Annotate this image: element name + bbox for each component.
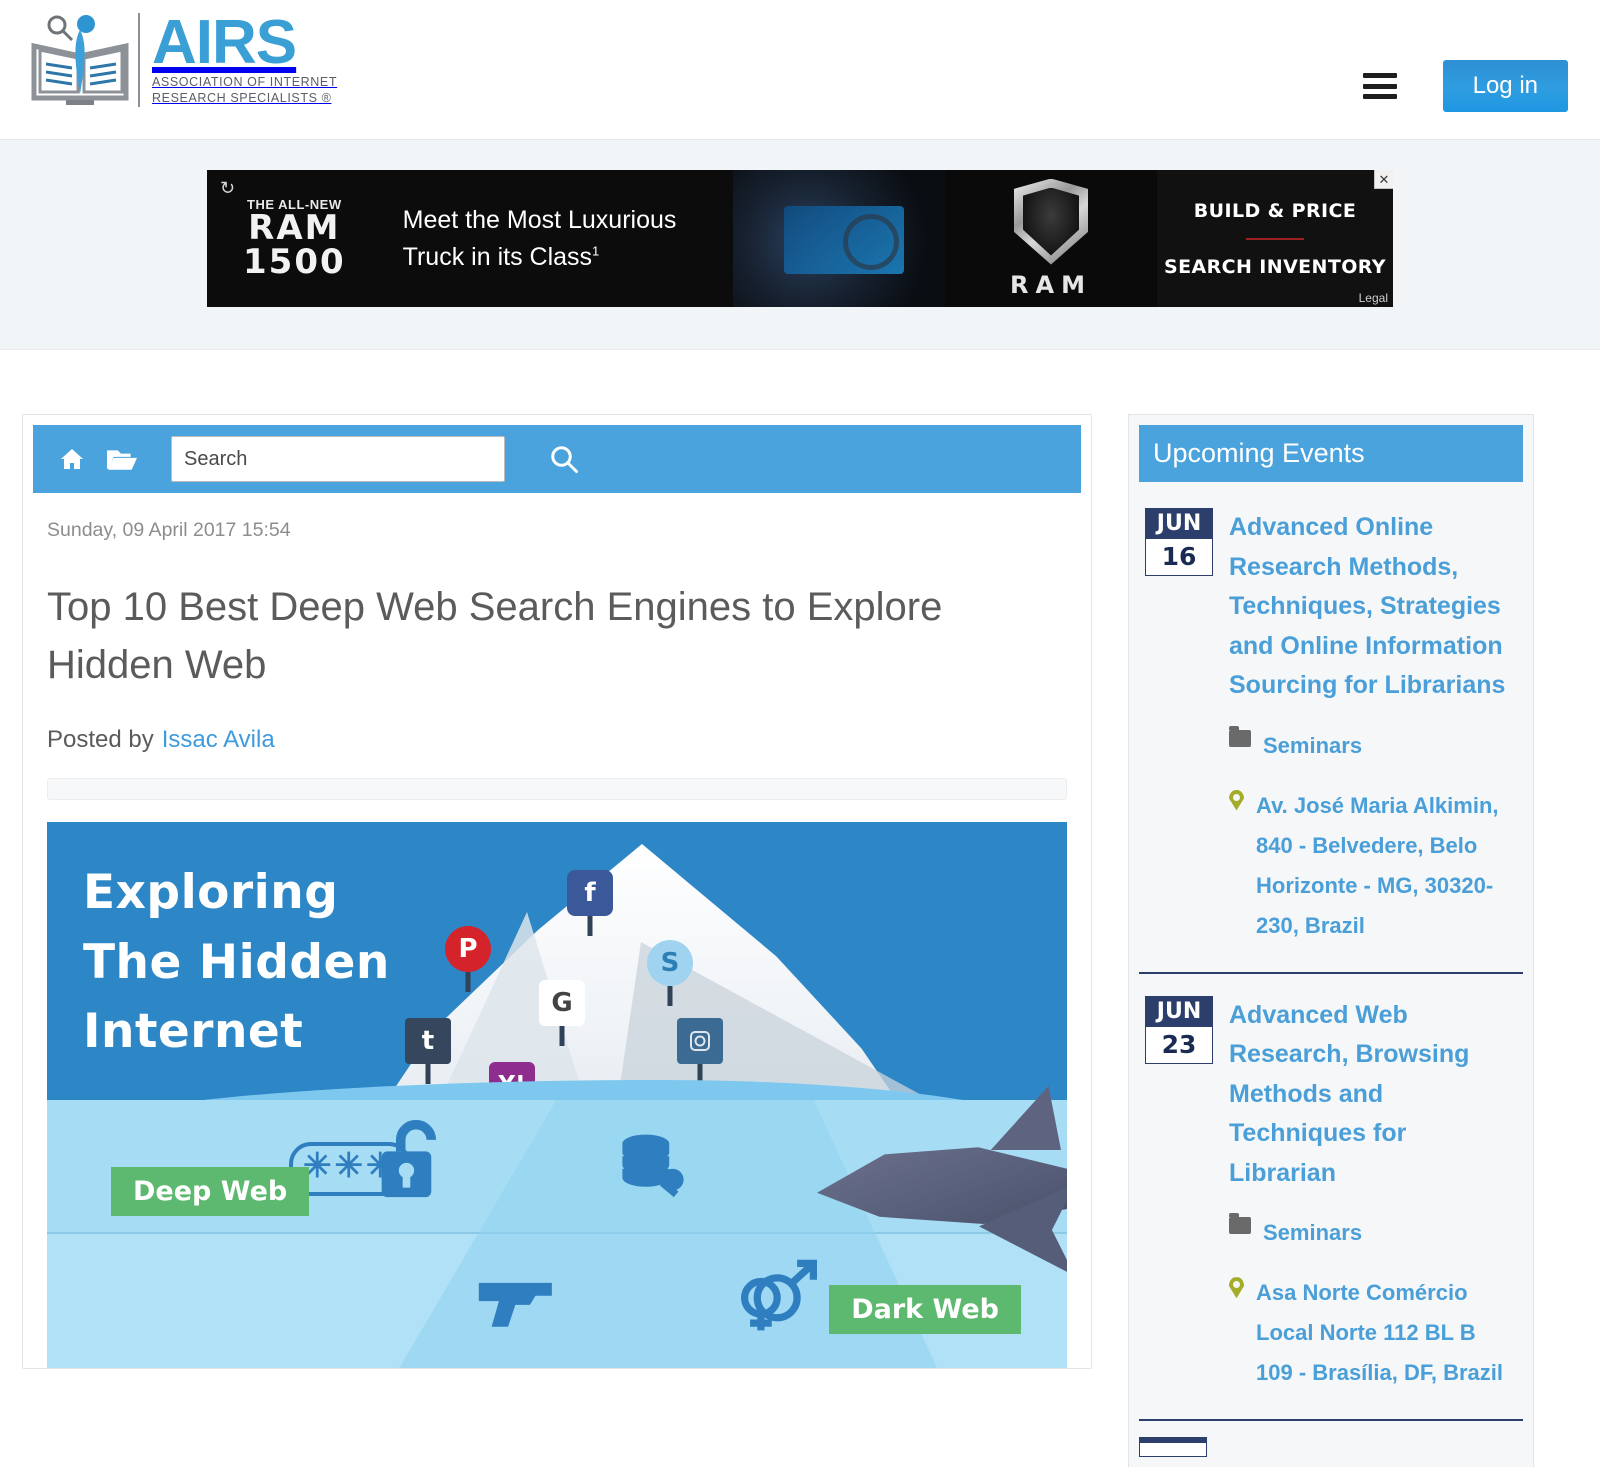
ad-legal-link[interactable]: Legal — [1359, 291, 1388, 305]
event-date-badge: JUN 16 — [1145, 508, 1213, 576]
ad-headline-footnote: 1 — [592, 243, 600, 259]
database-key-icon — [617, 1131, 689, 1218]
event-title-link[interactable]: Advanced Web Research, Browsing Methods … — [1229, 996, 1517, 1194]
upcoming-events-widget: Upcoming Events JUN 16 Advanced Online R… — [1128, 414, 1534, 1467]
upcoming-events-title: Upcoming Events — [1139, 425, 1523, 482]
event-category-link[interactable]: Seminars — [1263, 726, 1362, 766]
map-pin-icon — [1229, 1277, 1244, 1299]
event-category-row: Seminars — [1229, 1213, 1517, 1253]
open-padlock-icon — [377, 1117, 455, 1218]
ad-close-icon[interactable]: ✕ — [1374, 170, 1393, 189]
sidebar-column: Upcoming Events JUN 16 Advanced Online R… — [1128, 414, 1534, 1467]
event-date-badge: JUN 23 — [1145, 995, 1213, 1064]
map-pin-icon — [1229, 789, 1244, 811]
ad-photo-dial — [843, 213, 900, 270]
article-infographic-image: Exploring The Hidden Internet f P G S t … — [47, 822, 1067, 1368]
event-month: JUN — [1146, 509, 1212, 539]
ram-lockup: THE ALL-NEW RAM 1500 — [243, 198, 346, 279]
page-title: Top 10 Best Deep Web Search Engines to E… — [47, 585, 943, 687]
logo-subtitle-line-2: RESEARCH SPECIALISTS ® — [152, 90, 332, 105]
event-title-link[interactable]: Advanced Online Research Methods, Techni… — [1229, 508, 1517, 706]
event-category-row: Seminars — [1229, 725, 1517, 766]
ad-brand-line-2: 1500 — [243, 242, 346, 282]
ram-head-shield-icon — [1014, 178, 1088, 265]
event-location-link[interactable]: Asa Norte Comércio Local Norte 112 BL B … — [1256, 1273, 1517, 1393]
infographic-headline-line-2: The Hidden — [83, 934, 390, 990]
event-category-link[interactable]: Seminars — [1263, 1213, 1362, 1253]
event-date-badge-partial — [1139, 1437, 1207, 1458]
event-list-item[interactable]: JUN 23 Advanced Web Research, Browsing M… — [1139, 971, 1523, 1420]
ad-left-panel: ↻ THE ALL-NEW RAM 1500 Meet the Most Lux… — [207, 170, 733, 307]
infographic-headline-line-3: Internet — [83, 1004, 304, 1060]
ad-search-inventory-link[interactable]: SEARCH INVENTORY — [1164, 256, 1386, 278]
dark-web-label: Dark Web — [829, 1285, 1021, 1334]
ad-band: ↻ THE ALL-NEW RAM 1500 Meet the Most Lux… — [0, 140, 1600, 350]
ad-headline: Meet the Most Luxurious Truck in its Cla… — [403, 202, 733, 275]
airs-book-magnifier-icon — [26, 10, 134, 110]
logo-divider — [138, 13, 140, 107]
event-day: 23 — [1161, 1029, 1197, 1059]
tumblr-pin-icon: t — [405, 1018, 451, 1064]
login-button[interactable]: Log in — [1442, 60, 1568, 112]
event-list-item[interactable]: JUN 16 Advanced Online Research Methods,… — [1139, 482, 1523, 972]
infographic-headline-line-1: Exploring — [83, 865, 339, 920]
ad-truck-interior-photo — [732, 170, 945, 307]
google-pin-icon: G — [539, 980, 585, 1026]
site-header: AIRS ASSOCIATION OF INTERNET RESEARCH SP… — [0, 0, 1600, 140]
handgun-icon — [477, 1271, 561, 1342]
ram-wordmark: RAM — [1010, 270, 1092, 299]
posted-by-label: Posted by — [47, 726, 154, 753]
ad-cta-panel: BUILD & PRICE SEARCH INVENTORY ✕ Legal — [1157, 170, 1393, 307]
ad-cta-separator — [1246, 237, 1304, 240]
folder-icon — [1229, 1213, 1251, 1235]
gender-symbols-icon — [737, 1258, 821, 1350]
article-tool-strip — [47, 778, 1067, 800]
deep-web-label: Deep Web — [111, 1167, 310, 1216]
ram-advertisement[interactable]: ↻ THE ALL-NEW RAM 1500 Meet the Most Lux… — [207, 170, 1393, 307]
search-input[interactable] — [171, 436, 505, 482]
event-location-row: Av. José Maria Alkimin, 840 - Belvedere,… — [1229, 786, 1517, 946]
infographic-headline: Exploring The Hidden Internet — [83, 858, 390, 1067]
home-icon[interactable] — [59, 447, 85, 471]
event-list-item-partial[interactable] — [1139, 1419, 1523, 1458]
event-day: 16 — [1161, 542, 1197, 571]
logo-wordmark: AIRS — [152, 8, 297, 78]
article-author-link[interactable]: Issac Avila — [162, 726, 275, 753]
ad-build-and-price-link[interactable]: BUILD & PRICE — [1194, 200, 1356, 222]
event-month: JUN — [1146, 996, 1212, 1027]
skype-pin-icon: S — [647, 940, 693, 986]
facebook-pin-icon: f — [567, 870, 613, 916]
content-toolbar — [33, 425, 1081, 493]
folder-open-icon[interactable] — [107, 447, 137, 471]
folder-icon — [1229, 725, 1251, 747]
logo-subtitle-line-1: ASSOCIATION OF INTERNET — [152, 75, 338, 90]
hamburger-menu-icon[interactable] — [1362, 73, 1397, 99]
instagram-pin-icon — [677, 1018, 723, 1064]
ad-headline-text: Meet the Most Luxurious Truck in its Cla… — [402, 206, 677, 271]
search-icon[interactable] — [549, 444, 579, 474]
ad-brand-line-1: RAM — [248, 208, 341, 248]
event-month-partial — [1140, 1438, 1206, 1444]
page-body: Sunday, 09 April 2017 15:54 Top 10 Best … — [0, 350, 1600, 1467]
ram-logo-panel: RAM — [945, 170, 1157, 307]
main-content-column: Sunday, 09 April 2017 15:54 Top 10 Best … — [22, 414, 1092, 1467]
ad-refresh-icon[interactable]: ↻ — [220, 178, 235, 199]
event-location-link[interactable]: Av. José Maria Alkimin, 840 - Belvedere,… — [1256, 786, 1517, 946]
article-date: Sunday, 09 April 2017 15:54 — [47, 519, 291, 541]
article-card: Sunday, 09 April 2017 15:54 Top 10 Best … — [22, 414, 1092, 1369]
pinterest-pin-icon: P — [445, 926, 491, 972]
event-location-row: Asa Norte Comércio Local Norte 112 BL B … — [1229, 1273, 1517, 1393]
article-byline: Posted by Issac Avila — [23, 694, 1091, 754]
site-logo[interactable]: AIRS ASSOCIATION OF INTERNET RESEARCH SP… — [26, 10, 337, 110]
